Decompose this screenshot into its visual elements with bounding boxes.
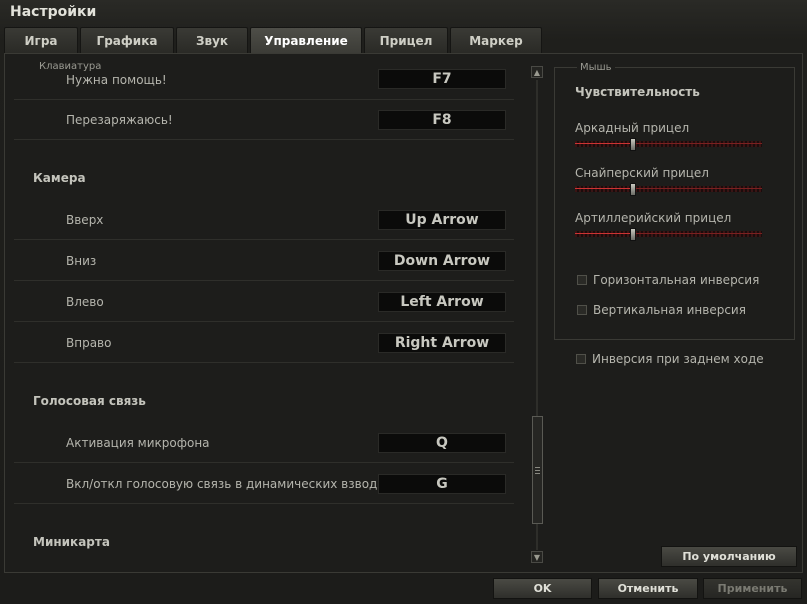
tab-marker[interactable]: Маркер bbox=[450, 27, 542, 53]
slider-label-arcade: Аркадный прицел bbox=[575, 121, 690, 135]
keyboard-scrollbar[interactable]: ▲ ▼ bbox=[531, 66, 544, 564]
default-button[interactable]: По умолчанию bbox=[661, 546, 797, 567]
slider-knob[interactable] bbox=[630, 183, 636, 196]
binding-label: Вниз bbox=[66, 254, 97, 268]
reverse-inversion-checkbox[interactable]: Инверсия при заднем ходе bbox=[576, 352, 764, 366]
tab-bar: Игра Графика Звук Управление Прицел Марк… bbox=[4, 27, 542, 54]
ok-button[interactable]: OK bbox=[493, 578, 592, 599]
binding-key-button[interactable]: Up Arrow bbox=[378, 210, 506, 230]
checkbox-label: Вертикальная инверсия bbox=[593, 303, 746, 317]
slider-track bbox=[575, 231, 762, 237]
binding-label: Вверх bbox=[66, 213, 104, 227]
checkbox-label: Инверсия при заднем ходе bbox=[592, 352, 764, 366]
cancel-button[interactable]: Отменить bbox=[598, 578, 698, 599]
keyboard-bindings-list[interactable]: Нужна помощь! F7 Перезаряжаюсь! F8 Камер… bbox=[14, 67, 524, 564]
tab-sound[interactable]: Звук bbox=[176, 27, 248, 53]
binding-label: Вкл/откл голосовую связь в динамических … bbox=[66, 477, 392, 491]
binding-row: Нужна помощь! F7 bbox=[14, 67, 514, 100]
slider-knob[interactable] bbox=[630, 138, 636, 151]
tab-game[interactable]: Игра bbox=[4, 27, 78, 53]
binding-label: Влево bbox=[66, 295, 104, 309]
slider-track bbox=[575, 141, 762, 147]
binding-key-button[interactable]: G bbox=[378, 474, 506, 494]
binding-row: Вкл/откл голосовую связь в динамических … bbox=[14, 464, 514, 504]
checkbox-box[interactable] bbox=[576, 354, 586, 364]
section-title-minimap: Миникарта bbox=[33, 535, 110, 549]
slider-label-sniper: Снайперский прицел bbox=[575, 166, 709, 180]
mouse-group: Мышь Чувствительность Аркадный прицел Сн… bbox=[554, 62, 795, 340]
slider-track bbox=[575, 186, 762, 192]
slider-knob[interactable] bbox=[630, 228, 636, 241]
tab-sight[interactable]: Прицел bbox=[364, 27, 448, 53]
scroll-thumb[interactable] bbox=[532, 416, 543, 524]
binding-key-button[interactable]: F7 bbox=[378, 69, 506, 89]
section-title-camera: Камера bbox=[33, 171, 86, 185]
binding-key-button[interactable]: Down Arrow bbox=[378, 251, 506, 271]
binding-label: Активация микрофона bbox=[66, 436, 210, 450]
slider-fill bbox=[575, 233, 633, 234]
vertical-inversion-checkbox[interactable]: Вертикальная инверсия bbox=[577, 303, 746, 317]
slider-label-artillery: Артиллерийский прицел bbox=[575, 211, 732, 225]
binding-key-button[interactable]: F8 bbox=[378, 110, 506, 130]
arcade-sensitivity-slider[interactable] bbox=[575, 138, 762, 151]
settings-window: Настройки Игра Графика Звук Управление П… bbox=[0, 0, 807, 604]
artillery-sensitivity-slider[interactable] bbox=[575, 228, 762, 241]
scroll-down-button[interactable]: ▼ bbox=[531, 551, 543, 563]
binding-key-button[interactable]: Left Arrow bbox=[378, 292, 506, 312]
tab-graphics[interactable]: Графика bbox=[80, 27, 174, 53]
binding-label: Нужна помощь! bbox=[66, 73, 167, 87]
binding-row: Вправо Right Arrow bbox=[14, 323, 514, 363]
apply-button[interactable]: Применить bbox=[703, 578, 802, 599]
binding-row: Влево Left Arrow bbox=[14, 282, 514, 322]
binding-label: Вправо bbox=[66, 336, 112, 350]
grip-icon bbox=[535, 467, 540, 474]
binding-key-button[interactable]: Right Arrow bbox=[378, 333, 506, 353]
sensitivity-title: Чувствительность bbox=[575, 85, 700, 99]
binding-row: Вниз Down Arrow bbox=[14, 241, 514, 281]
binding-key-button[interactable]: Q bbox=[378, 433, 506, 453]
checkbox-box[interactable] bbox=[577, 275, 587, 285]
sniper-sensitivity-slider[interactable] bbox=[575, 183, 762, 196]
binding-row: Вверх Up Arrow bbox=[14, 200, 514, 240]
section-title-voice: Голосовая связь bbox=[33, 394, 146, 408]
window-title: Настройки bbox=[10, 4, 97, 20]
binding-row: Активация микрофона Q bbox=[14, 423, 514, 463]
checkbox-box[interactable] bbox=[577, 305, 587, 315]
binding-row: Перезаряжаюсь! F8 bbox=[14, 100, 514, 140]
scroll-up-button[interactable]: ▲ bbox=[531, 66, 543, 78]
horizontal-inversion-checkbox[interactable]: Горизонтальная инверсия bbox=[577, 273, 759, 287]
tab-controls[interactable]: Управление bbox=[250, 27, 362, 54]
checkbox-label: Горизонтальная инверсия bbox=[593, 273, 760, 287]
slider-fill bbox=[575, 143, 633, 144]
mouse-group-label: Мышь bbox=[577, 62, 615, 73]
slider-fill bbox=[575, 188, 633, 189]
binding-label: Перезаряжаюсь! bbox=[66, 113, 173, 127]
